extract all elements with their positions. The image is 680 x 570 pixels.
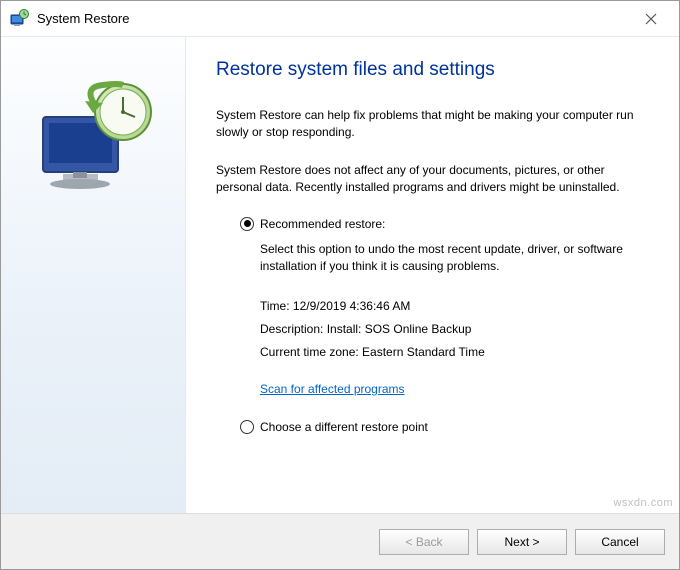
close-icon [645, 13, 657, 25]
radio-different[interactable] [240, 420, 254, 434]
back-button: < Back [379, 529, 469, 555]
scan-affected-link[interactable]: Scan for affected programs [260, 382, 405, 396]
system-restore-window: System Restore [0, 0, 680, 570]
intro-paragraph-2: System Restore does not affect any of yo… [216, 162, 649, 197]
titlebar: System Restore [1, 1, 679, 37]
content-panel: Restore system files and settings System… [186, 37, 679, 513]
restore-options: Recommended restore: Select this option … [240, 217, 649, 434]
radio-recommended[interactable] [240, 217, 254, 231]
radio-recommended-row[interactable]: Recommended restore: [240, 217, 649, 231]
restore-info: Time: 12/9/2019 4:36:46 AM Description: … [260, 295, 649, 363]
restore-timezone: Current time zone: Eastern Standard Time [260, 341, 649, 364]
intro-paragraph-1: System Restore can help fix problems tha… [216, 107, 649, 142]
window-title: System Restore [37, 11, 631, 26]
restore-time: Time: 12/9/2019 4:36:46 AM [260, 295, 649, 318]
sidebar-panel [1, 37, 186, 513]
radio-different-label: Choose a different restore point [260, 420, 428, 434]
next-button[interactable]: Next > [477, 529, 567, 555]
radio-different-row[interactable]: Choose a different restore point [240, 420, 649, 434]
radio-recommended-label: Recommended restore: [260, 217, 385, 231]
button-footer: < Back Next > Cancel [1, 513, 679, 569]
heading: Restore system files and settings [216, 59, 649, 81]
close-button[interactable] [631, 5, 671, 33]
watermark: wsxdn.com [613, 497, 673, 509]
system-restore-icon [9, 9, 29, 29]
restore-description: Description: Install: SOS Online Backup [260, 318, 649, 341]
dialog-body: Restore system files and settings System… [1, 37, 679, 513]
recommended-detail: Select this option to undo the most rece… [260, 241, 649, 276]
restore-illustration [23, 77, 163, 197]
cancel-button[interactable]: Cancel [575, 529, 665, 555]
